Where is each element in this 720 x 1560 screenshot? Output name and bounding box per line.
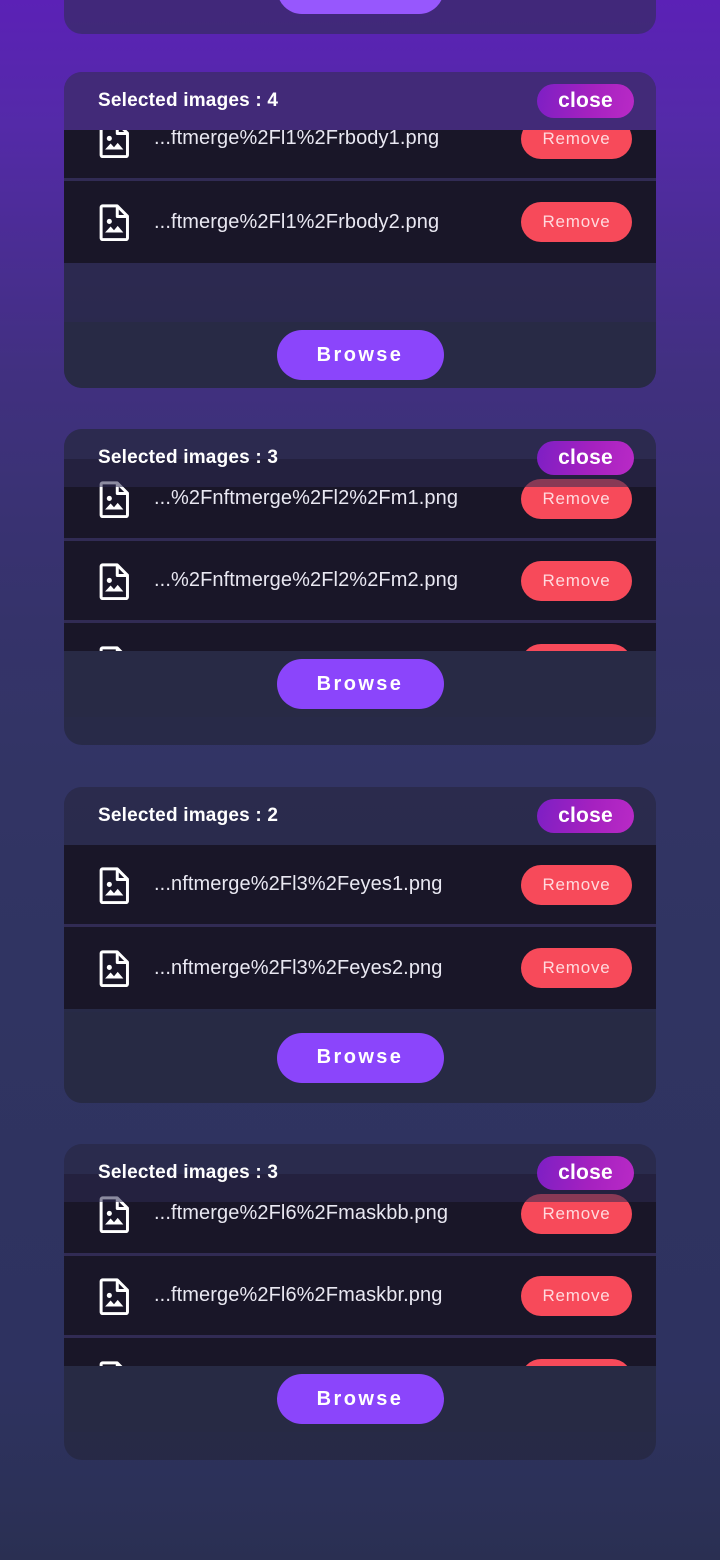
selected-images-count: Selected images : 2 xyxy=(98,805,279,826)
panel-header: Selected images : 4 close xyxy=(64,72,656,130)
file-row[interactable]: ...ftmerge%2Fl1%2Frbody1.png Remove xyxy=(64,130,656,181)
file-image-icon xyxy=(99,866,129,904)
app-root: Browse Selected images : 4 close ...ftme… xyxy=(0,0,720,1560)
file-row[interactable]: ...%2Fnftmerge%2Fl2%2Fm3.png Remove xyxy=(64,623,656,651)
selected-images-count: Selected images : 3 xyxy=(98,447,279,468)
panel-layer-3: Selected images : 2 close ...nftmerge%2F… xyxy=(64,787,656,1103)
file-name: ...nftmerge%2Fl3%2Feyes1.png xyxy=(154,873,443,895)
file-list[interactable]: ...ftmerge%2Fl6%2Fmaskbb.png Remove ...f… xyxy=(64,1174,656,1366)
selected-images-count: Selected images : 3 xyxy=(98,1162,279,1183)
file-name: ...%2Fnftmerge%2Fl2%2Fm1.png xyxy=(154,487,459,509)
file-name: ...nftmerge%2Fl3%2Feyes2.png xyxy=(154,956,443,979)
panel-footer: Browse xyxy=(64,1366,656,1432)
file-image-icon xyxy=(99,1277,129,1315)
file-list[interactable]: ...nftmerge%2Fl3%2Feyes1.png Remove ...n… xyxy=(64,845,656,1012)
panel-footer: Browse xyxy=(64,1012,656,1103)
file-row[interactable]: ...ftmerge%2Fl6%2Fmaskbr.png Remove xyxy=(64,1256,656,1338)
file-name: ...ftmerge%2Fl6%2Fmaskbr.png xyxy=(154,1284,443,1306)
file-image-icon xyxy=(99,562,129,600)
file-name: ...ftmerge%2Fl1%2Frbody1.png xyxy=(154,130,440,149)
browse-button[interactable]: Browse xyxy=(276,1374,444,1424)
panel-partial-top: Browse xyxy=(64,0,656,34)
panel-layer-6: Selected images : 3 close ...ftmerge%2Fl… xyxy=(64,1144,656,1460)
panel-footer: Browse xyxy=(64,322,656,388)
close-button[interactable]: close xyxy=(537,799,634,833)
panel-layer-2: Selected images : 3 close ...%2Fnftmerge… xyxy=(64,429,656,745)
panel-header: Selected images : 3 close xyxy=(64,429,656,487)
file-row[interactable]: ...nftmerge%2Fl6%2Fmaskt.png Remove xyxy=(64,1338,656,1366)
close-button[interactable]: close xyxy=(537,441,634,475)
file-image-icon xyxy=(99,130,129,158)
file-row[interactable]: ...nftmerge%2Fl3%2Feyes2.png Remove xyxy=(64,927,656,1009)
browse-button[interactable]: Browse xyxy=(276,0,444,14)
file-name: ...%2Fnftmerge%2Fl2%2Fm2.png xyxy=(154,569,459,591)
panel-footer: Browse xyxy=(64,651,656,717)
remove-button[interactable]: Remove xyxy=(521,864,632,905)
file-list[interactable]: ...%2Fnftmerge%2Fl2%2Fm1.png Remove ...%… xyxy=(64,459,656,651)
remove-button[interactable]: Remove xyxy=(521,1359,632,1366)
panel-header: Selected images : 2 close xyxy=(64,787,656,845)
browse-button[interactable]: Browse xyxy=(276,1032,444,1083)
remove-button[interactable]: Remove xyxy=(521,1275,632,1316)
file-row[interactable]: ...nftmerge%2Fl3%2Feyes1.png Remove xyxy=(64,845,656,927)
panel-header: Selected images : 3 close xyxy=(64,1144,656,1202)
remove-button[interactable]: Remove xyxy=(521,202,632,242)
file-list[interactable]: ...ftmerge%2Fl1%2Frbody1.png Remove ...f… xyxy=(64,130,656,322)
close-button[interactable]: close xyxy=(537,1156,634,1190)
browse-button[interactable]: Browse xyxy=(276,659,444,709)
file-image-icon xyxy=(99,204,129,241)
remove-button[interactable]: Remove xyxy=(521,644,632,651)
file-row[interactable]: ...ftmerge%2Fl1%2Frbody2.png Remove xyxy=(64,181,656,263)
file-name: ...ftmerge%2Fl1%2Frbody2.png xyxy=(154,210,440,233)
panel-layer-1: Selected images : 4 close ...ftmerge%2Fl… xyxy=(64,72,656,388)
remove-button[interactable]: Remove xyxy=(521,130,632,159)
remove-button[interactable]: Remove xyxy=(521,560,632,601)
selected-images-count: Selected images : 4 xyxy=(98,90,279,111)
file-row[interactable]: ...%2Fnftmerge%2Fl2%2Fm2.png Remove xyxy=(64,541,656,623)
file-image-icon xyxy=(99,950,129,987)
file-name: ...ftmerge%2Fl6%2Fmaskbb.png xyxy=(154,1202,449,1224)
remove-button[interactable]: Remove xyxy=(521,948,632,988)
close-button[interactable]: close xyxy=(537,84,634,118)
browse-button[interactable]: Browse xyxy=(276,330,444,380)
